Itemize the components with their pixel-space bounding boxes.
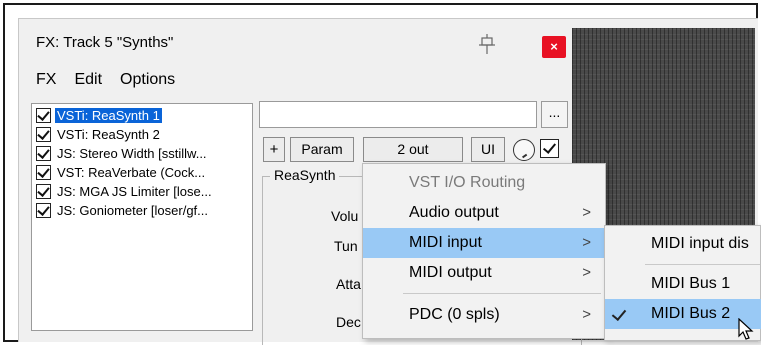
fx-item-label: JS: Stereo Width [sstillw... [57,146,207,161]
fx-item-label: VST: ReaVerbate (Cock... [57,165,206,180]
fx-item-label: VSTi: ReaSynth 1 [55,108,162,123]
fx-item-label: VSTi: ReaSynth 2 [57,127,160,142]
ui-toggle-button[interactable]: UI [471,137,505,162]
menu-item-label: Audio output [409,204,499,221]
fx-enable-checkbox[interactable] [36,108,51,123]
add-param-button[interactable]: + [263,137,285,162]
param-label-decay: Dec [336,314,361,330]
param-label-tuning: Tun [334,238,358,254]
submenu-item-midi-input-disabled[interactable]: MIDI input dis [605,229,761,259]
param-label-volume: Volu [331,208,359,224]
fx-item-label: JS: Goniometer [loser/gf... [57,203,209,218]
io-routing-button[interactable]: 2 out [363,137,463,162]
pin-icon[interactable] [478,33,496,55]
menu-edit[interactable]: Edit [74,71,102,89]
param-label-attack: Atta [336,276,361,292]
fx-item-reasynth-2[interactable]: VSTi: ReaSynth 2 [32,125,252,144]
menu-item-label: MIDI output [409,264,492,281]
bypass-checkbox[interactable] [540,139,559,158]
menu-header-vst-io-routing: VST I/O Routing [409,174,526,191]
window-title: FX: Track 5 "Synths" [36,34,174,51]
preset-field[interactable] [259,101,537,128]
menu-separator [403,293,601,294]
fx-item-label: JS: MGA JS Limiter [lose... [57,184,212,199]
plugin-name-label: ReaSynth [270,167,340,183]
fx-item-stereo-width[interactable]: JS: Stereo Width [sstillw... [32,144,252,163]
fx-item-goniometer[interactable]: JS: Goniometer [loser/gf... [32,201,252,220]
menu-item-audio-output[interactable]: Audio output > [363,198,605,228]
fx-enable-checkbox[interactable] [36,203,51,218]
submenu-arrow-icon: > [582,204,591,221]
io-routing-menu: VST I/O Routing Audio output > MIDI inpu… [362,163,606,339]
check-icon [611,305,627,322]
submenu-arrow-icon: > [582,234,591,251]
menu-separator [645,264,760,265]
fx-item-reaverbate[interactable]: VST: ReaVerbate (Cock... [32,163,252,182]
menu-item-label: MIDI input [409,234,482,251]
submenu-arrow-icon: > [582,264,591,281]
submenu-arrow-icon: > [582,306,591,323]
menu-item-pdc[interactable]: PDC (0 spls) > [363,300,605,330]
menubar: FX Edit Options [36,71,175,89]
fx-enable-checkbox[interactable] [36,146,51,161]
menu-options[interactable]: Options [120,71,175,89]
preset-menu-button[interactable]: ... [541,101,568,128]
fx-item-mga-limiter[interactable]: JS: MGA JS Limiter [lose... [32,182,252,201]
fx-item-reasynth-1[interactable]: VSTi: ReaSynth 1 [32,106,252,125]
fx-enable-checkbox[interactable] [36,184,51,199]
fx-chain-list[interactable]: VSTi: ReaSynth 1 VSTi: ReaSynth 2 JS: St… [31,103,253,331]
submenu-item-midi-bus-1[interactable]: MIDI Bus 1 [605,269,761,299]
fx-enable-checkbox[interactable] [36,165,51,180]
menu-item-midi-output[interactable]: MIDI output > [363,258,605,288]
menu-fx[interactable]: FX [36,71,56,89]
menu-item-label: MIDI Bus 2 [651,305,731,322]
menu-item-label: PDC (0 spls) [409,306,500,323]
close-button[interactable]: × [542,36,566,58]
fx-enable-checkbox[interactable] [36,127,51,142]
mouse-cursor-icon [738,318,754,340]
wet-knob-icon[interactable] [513,139,535,161]
menu-item-midi-input[interactable]: MIDI input > [363,228,605,258]
param-button[interactable]: Param [290,137,354,162]
